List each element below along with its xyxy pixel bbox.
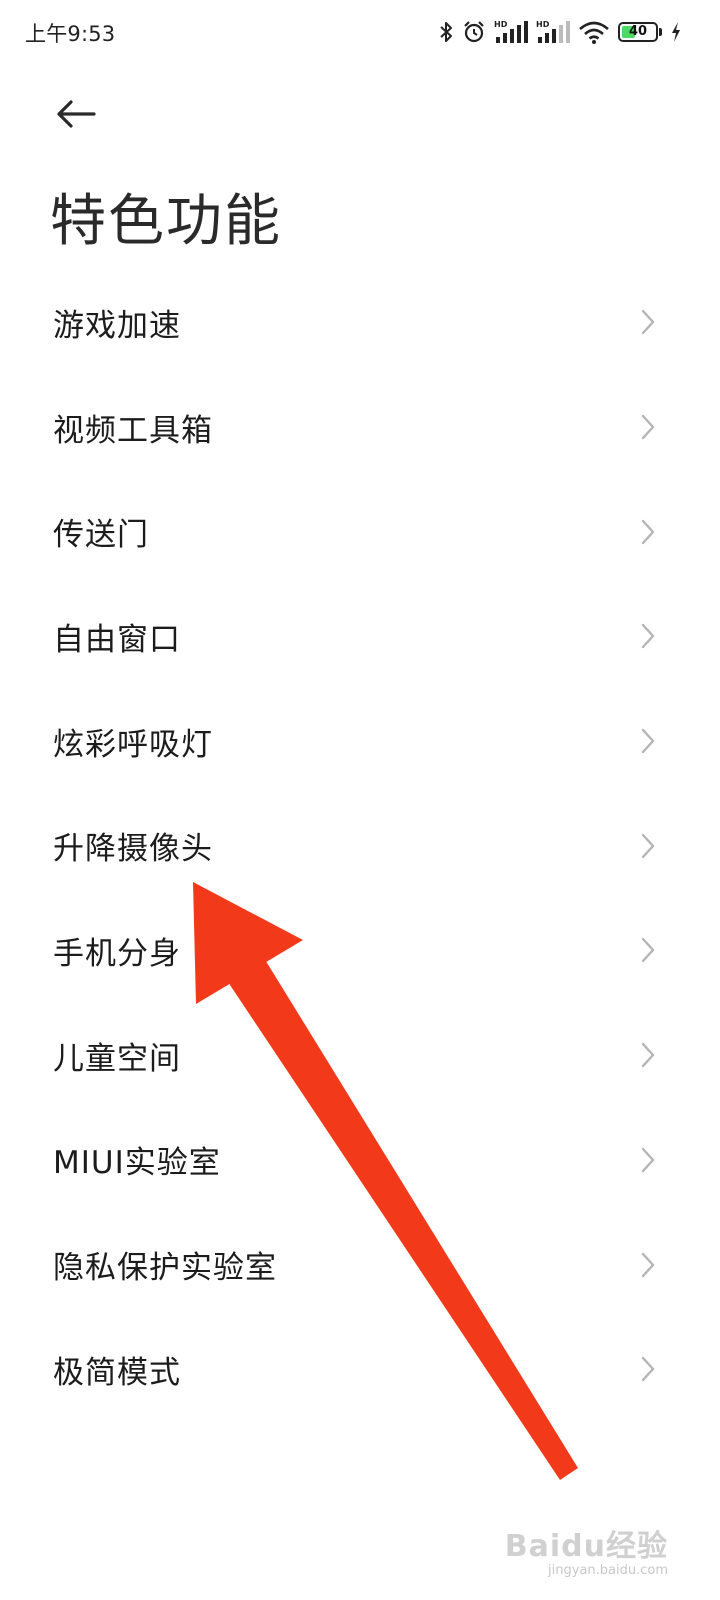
list-item-privacy-lab[interactable]: 隐私保护实验室 xyxy=(0,1212,720,1317)
list-item-popup-camera[interactable]: 升降摄像头 xyxy=(0,793,720,898)
wifi-icon xyxy=(578,20,610,44)
list-item-kids-space[interactable]: 儿童空间 xyxy=(0,1003,720,1108)
status-time: 上午9:53 xyxy=(25,22,116,46)
watermark-logo: Baidu经验 xyxy=(504,1529,668,1564)
battery-icon: 40 xyxy=(618,22,662,42)
list-item-label: 自由窗口 xyxy=(53,621,181,658)
watermark: Baidu经验 jingyan.baidu.com xyxy=(505,1521,668,1578)
alarm-icon xyxy=(462,20,486,44)
chevron-right-icon xyxy=(641,833,655,858)
watermark-url: jingyan.baidu.com xyxy=(548,1563,668,1578)
back-button[interactable] xyxy=(48,92,104,140)
chevron-right-icon xyxy=(641,1147,655,1173)
list-item-dual-apps[interactable]: 手机分身 xyxy=(0,898,720,1003)
list-item-label: MIUI实验室 xyxy=(53,1145,221,1182)
list-item-video-toolbox[interactable]: 视频工具箱 xyxy=(0,375,720,480)
list-item-label: 儿童空间 xyxy=(53,1040,181,1077)
chevron-right-icon xyxy=(641,1042,655,1068)
hd-signal-icon: HD xyxy=(494,19,528,45)
status-icons: HD HD 40 xyxy=(438,16,682,48)
arrow-left-icon xyxy=(56,100,96,132)
list-item-portal[interactable]: 传送门 xyxy=(0,479,720,584)
chevron-right-icon xyxy=(641,624,655,649)
hd-label: HD xyxy=(536,20,550,29)
battery-cap xyxy=(659,28,662,36)
list-item-label: 炫彩呼吸灯 xyxy=(53,726,213,763)
status-bar: 上午9:53 HD HD 40 xyxy=(0,0,720,64)
list-item-label: 手机分身 xyxy=(53,935,181,972)
chevron-right-icon xyxy=(641,728,655,754)
list-item-label: 视频工具箱 xyxy=(53,412,213,449)
battery-body: 40 xyxy=(618,22,658,42)
chevron-right-icon xyxy=(641,938,655,963)
list-item-label: 极简模式 xyxy=(53,1354,181,1391)
chevron-right-icon xyxy=(641,1252,655,1277)
bluetooth-icon xyxy=(438,20,454,44)
battery-level: 40 xyxy=(628,24,648,39)
list-item-miui-lab[interactable]: MIUI实验室 xyxy=(0,1108,720,1213)
list-item-breathing-light[interactable]: 炫彩呼吸灯 xyxy=(0,689,720,794)
charging-icon xyxy=(670,21,682,43)
hd-signal-icon: HD xyxy=(536,19,570,45)
chevron-right-icon xyxy=(641,1357,655,1382)
chevron-right-icon xyxy=(641,414,655,440)
chevron-right-icon xyxy=(641,519,655,544)
list-item-minimal-mode[interactable]: 极简模式 xyxy=(0,1317,720,1422)
list-item-label: 升降摄像头 xyxy=(53,831,213,868)
list-item-label: 游戏加速 xyxy=(53,307,181,344)
list-item-label: 隐私保护实验室 xyxy=(53,1250,277,1287)
page-title: 特色功能 xyxy=(50,189,282,254)
list-item-free-window[interactable]: 自由窗口 xyxy=(0,584,720,689)
hd-label: HD xyxy=(494,20,508,29)
chevron-right-icon xyxy=(641,310,655,335)
feature-list: 游戏加速 视频工具箱 传送门 自由窗口 炫彩呼吸灯 升降摄像头 手机分身 儿童空… xyxy=(0,270,720,1422)
list-item-game-boost[interactable]: 游戏加速 xyxy=(0,270,720,375)
list-item-label: 传送门 xyxy=(53,517,149,554)
